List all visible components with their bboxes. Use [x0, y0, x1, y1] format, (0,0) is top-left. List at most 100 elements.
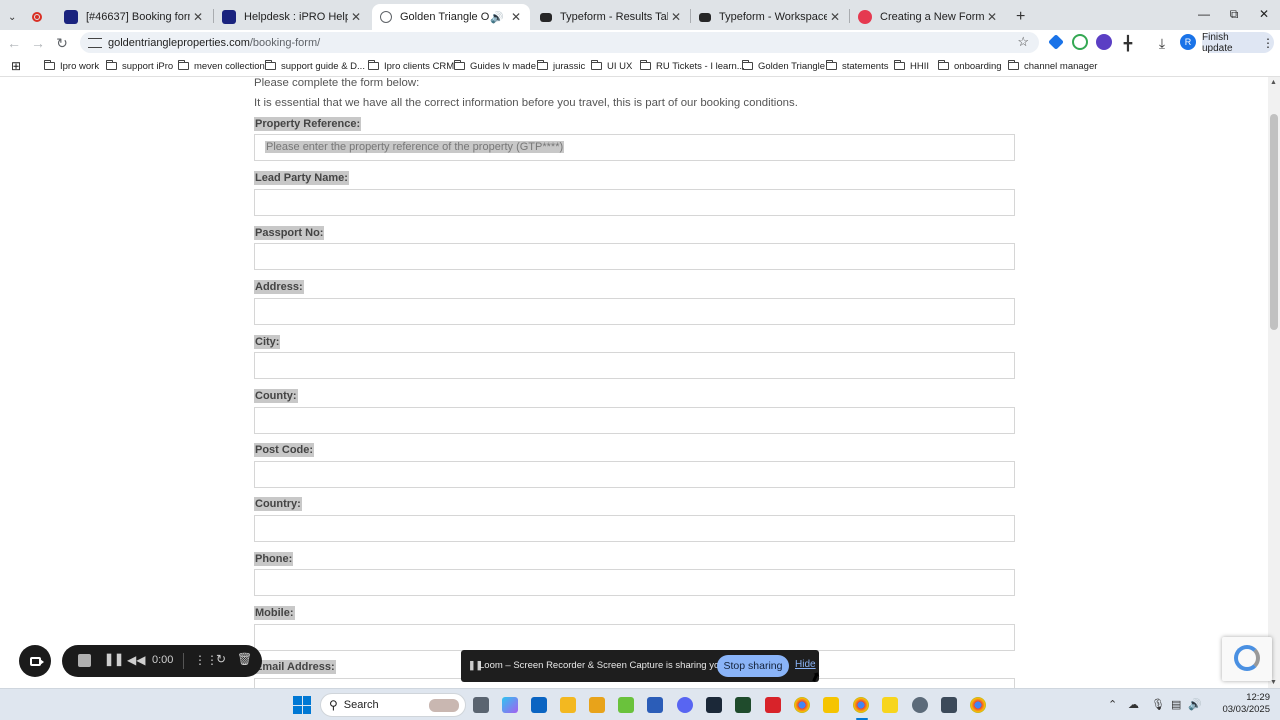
back-button[interactable]: ← [4, 33, 24, 53]
close-icon[interactable]: ✕ [190, 10, 206, 24]
tab-typeform-help[interactable]: Creating a New Form in Typefor ✕ [850, 4, 1006, 30]
network-icon[interactable]: ▤ [1171, 698, 1181, 711]
recording-timer: 0:00 [152, 654, 174, 666]
trash-icon[interactable]: 🗑 [237, 652, 252, 666]
bookmark-folder[interactable]: meven collection [178, 59, 265, 73]
page-scrollbar[interactable]: ▲ ▼ [1268, 77, 1280, 688]
reload-button[interactable]: ↻ [52, 33, 72, 53]
store-icon[interactable] [589, 697, 605, 713]
address-input[interactable] [254, 298, 1015, 325]
sticky-notes-icon[interactable] [882, 697, 898, 713]
rewind-icon[interactable]: ◀◀ [127, 653, 145, 667]
passport-no-input[interactable] [254, 243, 1015, 270]
profile-avatar[interactable]: R [1180, 34, 1196, 50]
app-icon[interactable] [823, 697, 839, 713]
word-icon[interactable] [647, 697, 663, 713]
finish-update-button[interactable]: Finish update ⋮ [1202, 32, 1274, 54]
pause-icon[interactable]: ❚❚ [104, 652, 124, 666]
task-view-icon[interactable] [473, 697, 489, 713]
star-icon[interactable]: ☆ [1017, 34, 1029, 50]
bookmark-folder[interactable]: support iPro [106, 59, 173, 73]
site-info-icon[interactable] [88, 37, 102, 48]
bookmark-folder[interactable]: Ipro work [44, 59, 99, 73]
bookmark-folder[interactable]: RU Tickets - I learn... [640, 59, 745, 73]
phone-input[interactable] [254, 569, 1015, 596]
close-icon[interactable]: ✕ [827, 10, 843, 24]
tab-recording[interactable] [28, 4, 50, 30]
mobile-input[interactable] [254, 624, 1015, 651]
bookmark-folder[interactable]: channel manager [1008, 59, 1097, 73]
city-input[interactable] [254, 352, 1015, 379]
folder-icon [938, 60, 949, 70]
close-icon[interactable]: ✕ [348, 10, 364, 24]
lead-party-name-input[interactable] [254, 189, 1015, 216]
post-code-input[interactable] [254, 461, 1015, 488]
bookmark-folder[interactable]: Golden Triangle [742, 59, 825, 73]
tab-typeform-workspaces[interactable]: Typeform - Workspaces ✕ [691, 4, 849, 30]
tab-strip: ⌄ [#46637] Booking form : iPRO H ✕ Helpd… [0, 0, 1280, 30]
tab-search-button[interactable]: ⌄ [4, 4, 26, 30]
tab-booking-form[interactable]: [#46637] Booking form : iPRO H ✕ [56, 4, 212, 30]
restore-button[interactable]: ⧉ [1218, 0, 1250, 28]
minimize-button[interactable]: — [1188, 0, 1220, 28]
downloads-button[interactable]: ⤓ [1152, 33, 1172, 53]
scrollbar-thumb[interactable] [1270, 114, 1278, 330]
speaker-icon[interactable]: 🔊 [490, 11, 504, 24]
bookmark-folder[interactable]: HHII [894, 59, 929, 73]
forward-button[interactable]: → [28, 33, 48, 53]
copilot-icon[interactable] [502, 697, 518, 713]
bookmark-folder[interactable]: statements [826, 59, 888, 73]
county-input[interactable] [254, 407, 1015, 434]
bookmark-folder[interactable]: jurassic [537, 59, 585, 73]
bookmark-folder[interactable]: Guides lv made [454, 59, 536, 73]
outlook-icon[interactable] [531, 697, 547, 713]
extension-ring-icon[interactable] [1072, 34, 1088, 50]
volume-icon[interactable]: 🔊 [1188, 698, 1202, 711]
bookmark-folder[interactable]: onboarding [938, 59, 1002, 73]
stop-recording-icon[interactable] [78, 654, 91, 667]
restart-icon[interactable]: ↻ [216, 652, 226, 666]
property-reference-input[interactable]: Please enter the property reference of t… [254, 134, 1015, 161]
scroll-up-arrow-icon[interactable]: ▲ [1270, 79, 1277, 86]
chevron-up-icon[interactable]: ⌃ [1108, 698, 1117, 711]
close-icon[interactable]: ✕ [984, 10, 1000, 24]
country-input[interactable] [254, 515, 1015, 542]
tab-helpdesk[interactable]: Helpdesk : iPRO Helpdesk ✕ [214, 4, 370, 30]
microphone-icon[interactable]: 🎙 [1151, 698, 1165, 711]
close-icon[interactable]: ✕ [668, 10, 684, 24]
taskbar-search[interactable]: ⚲ Search [320, 693, 466, 717]
app-icon[interactable] [735, 697, 751, 713]
system-clock[interactable]: 12:29 03/03/2025 [1222, 692, 1270, 716]
calculator-icon[interactable] [941, 697, 957, 713]
roblox-icon[interactable] [765, 697, 781, 713]
chrome-profile-icon[interactable] [970, 697, 986, 713]
discord-icon[interactable] [677, 697, 693, 713]
loom-camera-button[interactable] [19, 645, 51, 677]
bookmark-folder[interactable]: Ipro clients CRM [368, 59, 454, 73]
drawing-tool-icon[interactable]: ⋮⋮ [194, 653, 218, 667]
nvidia-icon[interactable] [618, 697, 634, 713]
apps-button[interactable]: ⊞ [11, 59, 21, 73]
settings-gear-icon[interactable] [912, 697, 928, 713]
tab-golden-triangle[interactable]: Golden Triangle Online Boo 🔊 ✕ [372, 4, 530, 30]
close-icon[interactable]: ✕ [508, 10, 524, 24]
tab-typeform-results[interactable]: Typeform - Results Table ✕ [532, 4, 690, 30]
file-explorer-icon[interactable] [560, 697, 576, 713]
chrome-active-icon[interactable] [853, 697, 869, 713]
new-tab-button[interactable]: + [1008, 4, 1030, 30]
puzzle-icon: ╋ [1123, 34, 1133, 51]
extension-tag-icon[interactable] [1048, 34, 1064, 50]
steam-icon[interactable] [706, 697, 722, 713]
recaptcha-badge[interactable] [1222, 637, 1272, 681]
address-bar[interactable]: goldentriangleproperties.com/booking-for… [80, 32, 1039, 53]
extension-purple-icon[interactable] [1096, 34, 1112, 50]
close-window-button[interactable]: ✕ [1248, 0, 1280, 28]
extensions-button[interactable]: ╋ [1118, 33, 1138, 53]
bookmark-folder[interactable]: UI UX [591, 59, 632, 73]
stop-sharing-button[interactable]: Stop sharing [717, 655, 789, 677]
chrome-icon[interactable] [794, 697, 810, 713]
windows-start-icon[interactable] [293, 696, 311, 714]
bookmark-folder[interactable]: support guide & D... [265, 59, 365, 73]
label-lead-party-name: Lead Party Name: [254, 171, 349, 185]
onedrive-icon[interactable]: ☁ [1128, 698, 1139, 711]
